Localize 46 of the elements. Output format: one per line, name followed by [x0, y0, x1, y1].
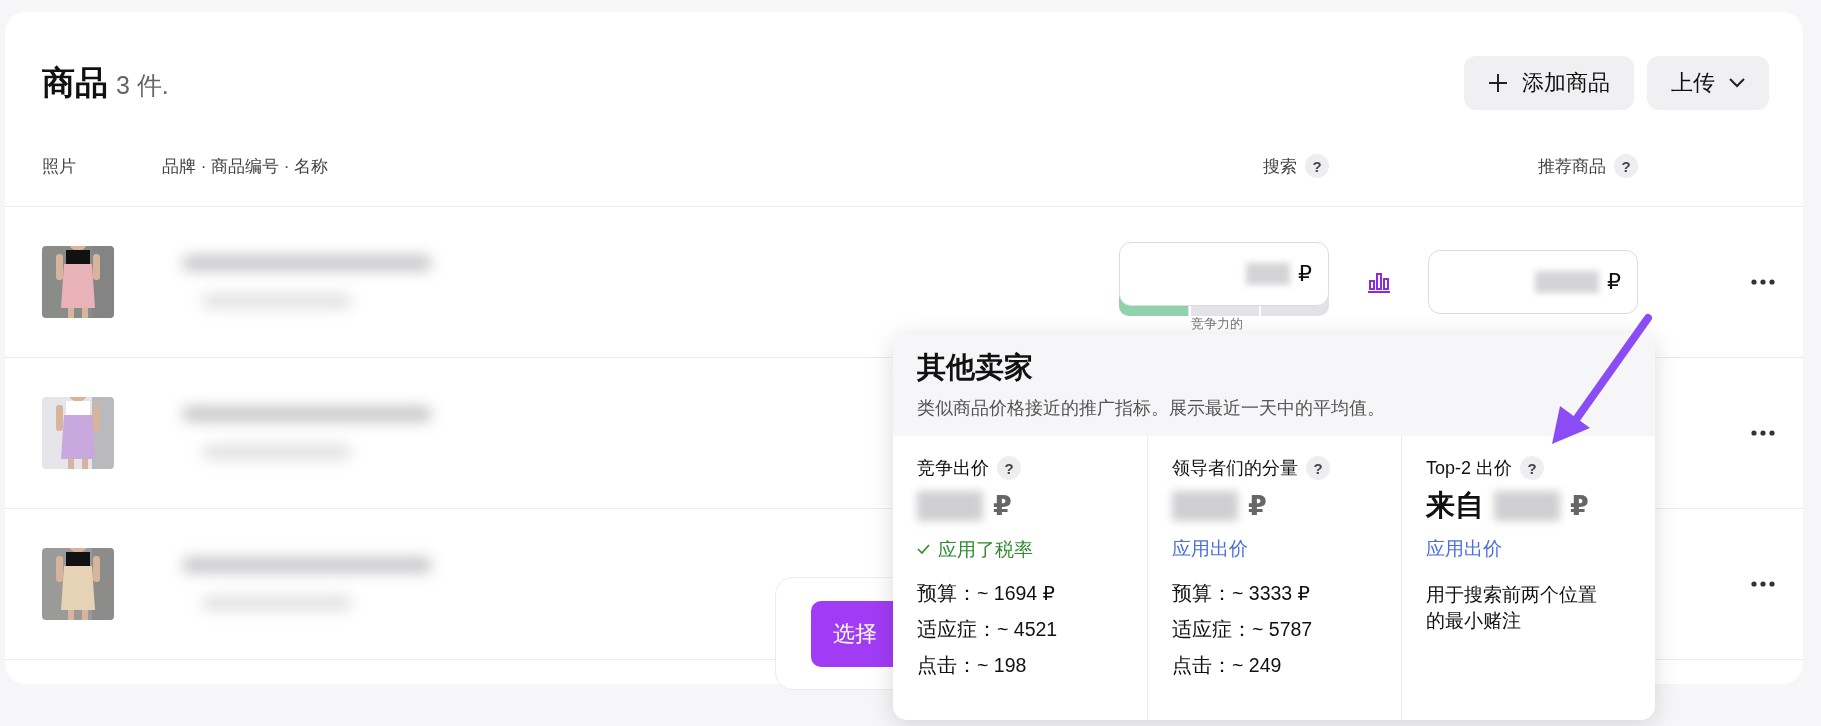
- blurred-value: [1535, 271, 1599, 293]
- blurred-value: [1246, 263, 1290, 285]
- bid-input-field[interactable]: ₽: [1428, 250, 1638, 314]
- check-icon: [917, 544, 930, 554]
- more-icon[interactable]: [1751, 279, 1775, 285]
- apply-bid-link[interactable]: 应用出价: [1172, 532, 1248, 566]
- blurred-value: [1172, 491, 1238, 521]
- currency-sign: ₽: [1298, 261, 1312, 287]
- stat-text: 预算：~ 3333 ₽: [1172, 581, 1311, 606]
- blurred-value: [1494, 491, 1560, 521]
- metric-label: Top-2 出价: [1426, 457, 1513, 480]
- item-count: 3 件.: [116, 69, 169, 101]
- note-text: 用于搜索前两个位置的最小赌注: [1426, 583, 1598, 633]
- column-header: 照片: [42, 155, 76, 178]
- help-badge[interactable]: ?: [1614, 154, 1638, 178]
- more-icon[interactable]: [1751, 581, 1775, 587]
- more-icon[interactable]: [1751, 430, 1775, 436]
- currency-sign: ₽: [1607, 269, 1621, 295]
- popover-subtitle: 类似商品价格接近的推广指标。展示最近一天中的平均值。: [917, 397, 1386, 420]
- apply-bid-link[interactable]: 应用出价: [1426, 532, 1502, 566]
- chevron-down-icon: [1729, 78, 1745, 88]
- help-badge[interactable]: ?: [997, 456, 1021, 480]
- help-badge[interactable]: ?: [1520, 456, 1545, 480]
- help-badge[interactable]: ?: [1306, 456, 1330, 480]
- column-header: 推荐商品: [1538, 155, 1606, 178]
- upload-dropdown-button[interactable]: 上传: [1647, 56, 1769, 110]
- page-title: 商品: [42, 62, 108, 103]
- plus-icon: [1488, 73, 1508, 93]
- bid-input-field[interactable]: ₽: [1119, 242, 1329, 306]
- stat-text: 点击：~ 249: [1172, 653, 1283, 678]
- blurred-value: [917, 491, 983, 521]
- price-prefix: 来自: [1426, 488, 1484, 523]
- bar-chart-icon[interactable]: [1367, 271, 1390, 293]
- metric-label: 领导者们的分量: [1172, 457, 1298, 480]
- metric-label: 竞争出价: [917, 457, 989, 480]
- competitiveness-label: 竞争力的: [1191, 316, 1243, 331]
- column-header: 搜索: [1263, 155, 1297, 178]
- status-text: 应用了税率: [938, 537, 1033, 562]
- help-badge[interactable]: ?: [1305, 154, 1329, 178]
- add-product-button[interactable]: 添加商品: [1464, 56, 1634, 110]
- currency-sign: ₽: [1570, 490, 1589, 522]
- popover-title: 其他卖家: [917, 350, 1034, 385]
- currency-sign: ₽: [1248, 490, 1267, 522]
- column-header: 品牌 · 商品编号 · 名称: [162, 155, 329, 178]
- stat-text: 适应症：~ 5787: [1172, 617, 1313, 642]
- currency-sign: ₽: [993, 490, 1012, 522]
